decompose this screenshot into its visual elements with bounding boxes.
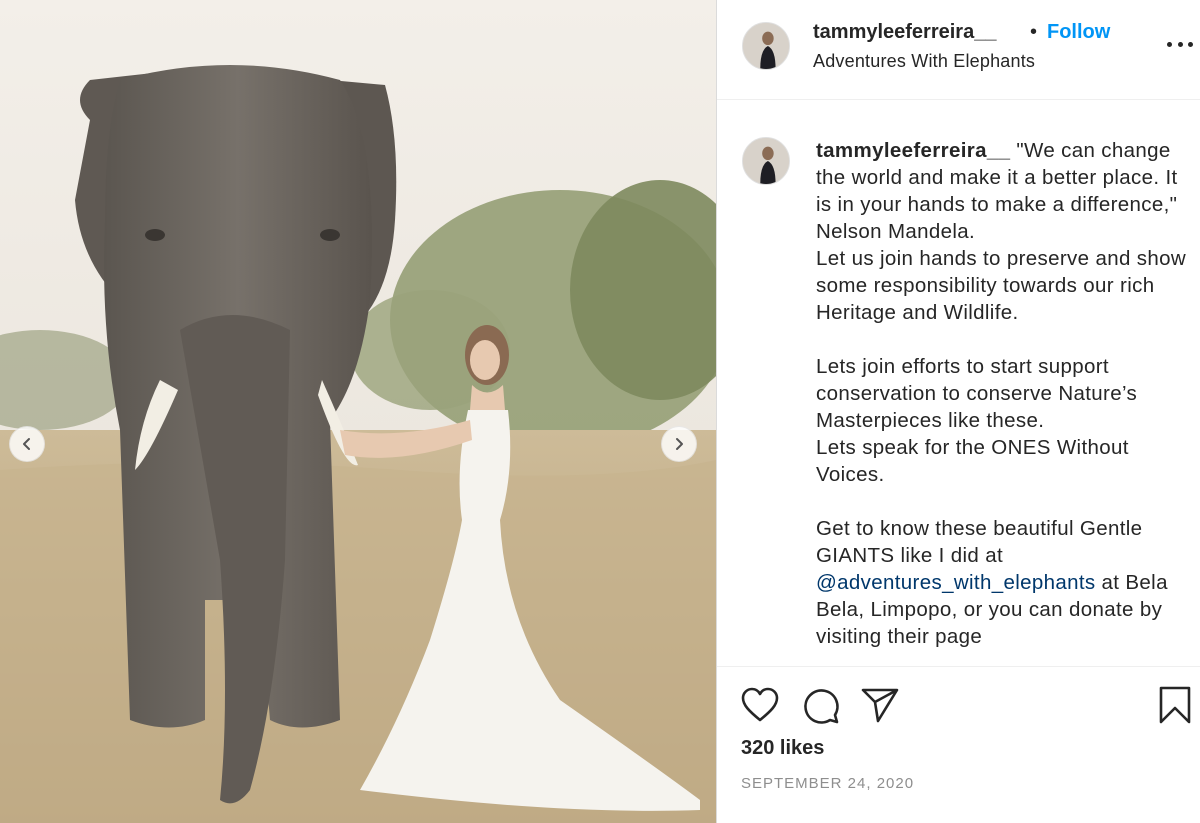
follow-button[interactable]: Follow: [1047, 21, 1110, 44]
post-actions-footer: 320 likes SEPTEMBER 24, 2020: [717, 666, 1200, 823]
header-separator: •: [1030, 21, 1038, 43]
next-photo-button[interactable]: [661, 426, 697, 462]
chevron-right-icon: [676, 438, 683, 450]
speech-bubble-icon[interactable]: [802, 687, 840, 725]
more-dot: [1167, 41, 1172, 47]
ellipsis-icon[interactable]: [1167, 34, 1193, 54]
paragraph-break: [816, 488, 1196, 515]
heart-icon[interactable]: [741, 687, 779, 723]
post-location[interactable]: Adventures With Elephants: [813, 51, 1035, 72]
post-header: tammyleeferreira__ • Follow Adventures W…: [717, 0, 1200, 100]
previous-photo-button[interactable]: [9, 426, 45, 462]
profile-picture: [743, 138, 789, 184]
post-side-panel: tammyleeferreira__ • Follow Adventures W…: [716, 0, 1200, 823]
caption-line: Lets join efforts to start support conse…: [816, 355, 1138, 432]
paper-plane-icon[interactable]: [861, 687, 899, 723]
avatar[interactable]: [742, 137, 790, 185]
more-dot: [1188, 41, 1193, 47]
avatar[interactable]: [742, 22, 790, 70]
post-date[interactable]: SEPTEMBER 24, 2020: [741, 775, 914, 792]
mention-link[interactable]: @adventures_with_elephants: [816, 571, 1096, 594]
caption-intro: tammyleeferreira__ "We can change the wo…: [816, 137, 1196, 245]
bookmark-icon[interactable]: [1158, 686, 1192, 724]
caption-username[interactable]: tammyleeferreira__: [816, 139, 1010, 162]
caption-line: Let us join hands to preserve and show s…: [816, 247, 1186, 324]
post-media[interactable]: [0, 0, 716, 823]
caption-text: Get to know these beautiful Gentle GIANT…: [816, 517, 1143, 567]
profile-picture: [743, 23, 789, 69]
comments-section[interactable]: tammyleeferreira__ "We can change the wo…: [717, 101, 1200, 666]
post-caption: tammyleeferreira__ "We can change the wo…: [816, 137, 1196, 650]
like-count[interactable]: 320 likes: [741, 737, 824, 760]
caption-line: Get to know these beautiful Gentle GIANT…: [816, 515, 1196, 650]
post-photo: [0, 0, 716, 823]
chevron-left-icon: [23, 438, 30, 450]
paragraph-break: [816, 326, 1196, 353]
more-dot: [1177, 41, 1183, 47]
header-username[interactable]: tammyleeferreira__: [813, 21, 996, 44]
caption-line: Lets speak for the ONES Without Voices.: [816, 436, 1129, 486]
